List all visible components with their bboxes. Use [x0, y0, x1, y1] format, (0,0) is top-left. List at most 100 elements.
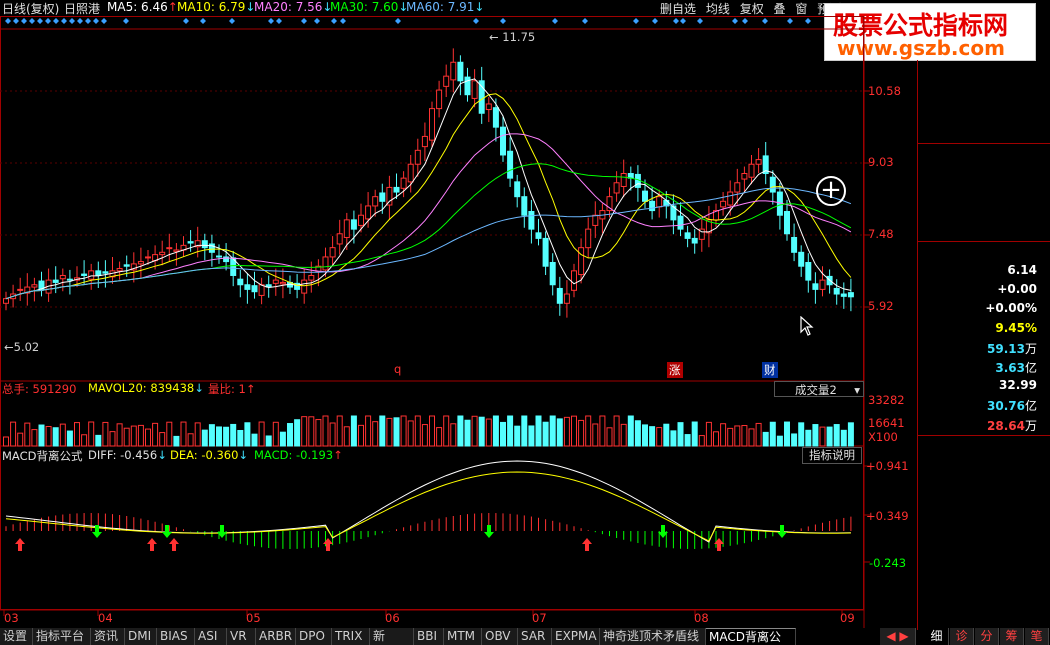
- volume-bar: [66, 430, 73, 447]
- event-marker-q[interactable]: q: [394, 362, 401, 376]
- x-tick-05: 05: [246, 611, 261, 625]
- volume-bar: [713, 431, 719, 447]
- menu-adjust[interactable]: 复权: [740, 2, 764, 16]
- volume-bar: [762, 431, 769, 447]
- quote-value: +0.00%: [961, 301, 1037, 315]
- tab-MACD背离公式[interactable]: MACD背离公式: [706, 628, 796, 645]
- panel-tab-分[interactable]: 分: [975, 628, 999, 645]
- mouse-pointer-icon: [800, 316, 814, 336]
- tab-新DMA[interactable]: 新DMA: [370, 628, 414, 645]
- signal-diamond-icon: [582, 18, 588, 24]
- volume-bar: [258, 421, 265, 447]
- candle-body: [812, 283, 819, 290]
- event-marker-finance[interactable]: 财: [762, 362, 778, 378]
- x-tick-04: 04: [98, 611, 113, 625]
- tab-SAR[interactable]: SAR: [518, 628, 552, 645]
- menu-overlay[interactable]: 叠: [774, 2, 786, 16]
- candle-body: [187, 241, 194, 244]
- volume-tick-2: 16641: [868, 416, 905, 430]
- signal-diamond-icon: [93, 18, 99, 24]
- tab-BIAS[interactable]: BIAS: [157, 628, 195, 645]
- candle-body: [450, 61, 457, 81]
- candle-body: [578, 247, 585, 276]
- tab-指标平台[interactable]: 指标平台: [33, 628, 91, 645]
- panel-tab-筹[interactable]: 筹: [1000, 628, 1024, 645]
- candle-body: [102, 271, 109, 274]
- panel-tab-笔[interactable]: 笔: [1025, 628, 1049, 645]
- quote-value: 6.14: [961, 263, 1037, 277]
- volume-bar: [74, 422, 80, 447]
- panel-tab-诊[interactable]: 诊: [950, 628, 974, 645]
- chart-area[interactable]: [0, 16, 917, 628]
- low-price-label: ←5.02: [4, 340, 40, 354]
- ma20-line: [5, 133, 852, 300]
- tab-scroll-icon[interactable]: ◀ ▶: [880, 628, 916, 645]
- candle-body: [81, 273, 88, 276]
- tab-DMI[interactable]: DMI: [125, 628, 157, 645]
- signal-diamond-icon: [229, 18, 235, 24]
- volume-bar: [358, 424, 364, 447]
- signal-diamond-icon: [473, 18, 479, 24]
- signal-diamond-icon: [45, 18, 51, 24]
- menu-remove-favorite[interactable]: 删自选: [660, 2, 696, 16]
- volume-bar: [201, 429, 208, 447]
- signal-diamond-icon: [395, 18, 401, 24]
- candle-body: [677, 215, 684, 230]
- zoom-in-icon[interactable]: +: [816, 176, 846, 206]
- volume-dropdown[interactable]: 成交量2 ▾: [774, 381, 864, 397]
- panel-tab-细[interactable]: 细: [925, 628, 949, 645]
- candle-body: [137, 261, 144, 265]
- candle-body: [116, 268, 123, 272]
- quote-number: 28.64: [987, 418, 1025, 433]
- candle-body: [52, 279, 59, 283]
- volume-bar: [833, 424, 840, 447]
- volume-bar: [116, 423, 123, 447]
- tab-ASI[interactable]: ASI: [195, 628, 227, 645]
- tab-神奇逃顶术矛盾线[interactable]: 神奇逃顶术矛盾线: [600, 628, 706, 645]
- menu-ma[interactable]: 均线: [706, 2, 730, 16]
- volume-bar: [457, 415, 464, 447]
- volume-bar: [769, 421, 776, 447]
- menu-window[interactable]: 窗: [795, 2, 807, 16]
- volume-bar: [329, 422, 336, 447]
- tab-设置[interactable]: 设置: [0, 628, 33, 645]
- tab-资讯[interactable]: 资讯: [91, 628, 125, 645]
- candle-body: [308, 274, 315, 281]
- tab-OBV[interactable]: OBV: [482, 628, 518, 645]
- buy-arrow-icon: [169, 538, 179, 551]
- signal-diamond-icon: [21, 18, 27, 24]
- top-menu: 删自选 均线 复权 叠 窗 预测: [660, 0, 841, 17]
- tab-BBI[interactable]: BBI: [414, 628, 444, 645]
- indicator-explain-button[interactable]: 指标说明: [802, 447, 862, 464]
- signal-diamond-icon: [787, 18, 793, 24]
- signal-diamond-icon: [340, 18, 346, 24]
- high-price-label: ← 11.75: [489, 30, 536, 44]
- tab-ARBR[interactable]: ARBR: [256, 628, 296, 645]
- volume-bar: [450, 423, 457, 447]
- macd-bars: [5, 460, 852, 551]
- volume-bar: [102, 421, 109, 447]
- candle-body: [585, 228, 592, 249]
- volume-bar: [556, 418, 563, 447]
- tab-EXPMA[interactable]: EXPMA: [552, 628, 600, 645]
- candle-body: [620, 173, 627, 187]
- tab-TRIX[interactable]: TRIX: [332, 628, 370, 645]
- candle-body: [421, 135, 428, 148]
- candle-body: [784, 211, 790, 235]
- event-marker-limit[interactable]: 涨: [667, 362, 683, 378]
- tab-MTM[interactable]: MTM: [444, 628, 482, 645]
- volume-bar: [535, 415, 542, 447]
- tab-VR[interactable]: VR: [227, 628, 256, 645]
- tab-DPO[interactable]: DPO: [296, 628, 332, 645]
- period-label[interactable]: 日线(复权): [2, 0, 59, 16]
- candle-body: [31, 284, 38, 288]
- buy-arrow-icon: [15, 538, 25, 551]
- signal-diamond-icon: [13, 18, 19, 24]
- volume-bar: [748, 428, 755, 447]
- signal-diamond-icon: [552, 18, 558, 24]
- candle-body: [507, 150, 514, 179]
- candle-body: [216, 255, 222, 258]
- volume-bar: [272, 421, 279, 447]
- signal-diamond-icon: [200, 18, 206, 24]
- candle-body: [556, 287, 563, 304]
